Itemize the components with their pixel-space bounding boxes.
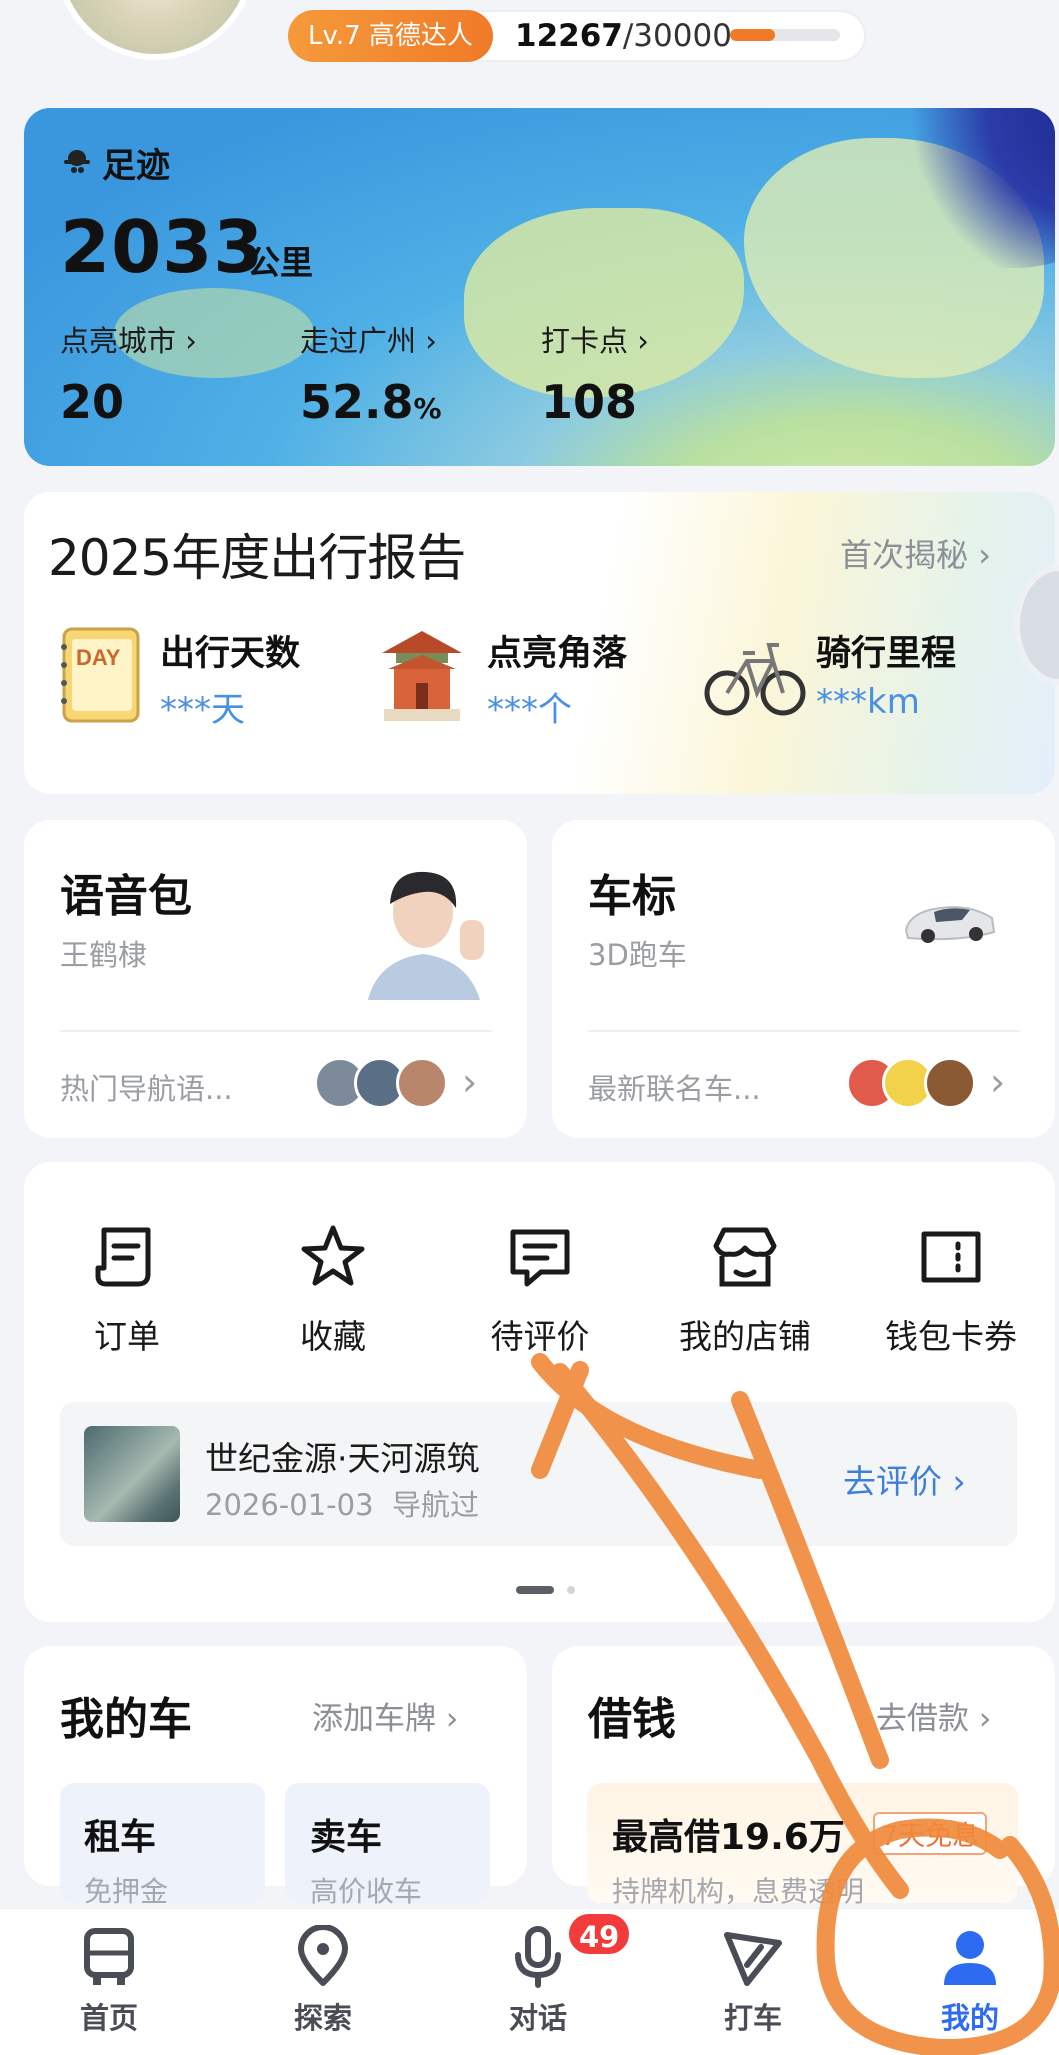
divider bbox=[588, 1030, 1020, 1032]
visit-date: 2026-01-03 bbox=[205, 1488, 374, 1522]
loan-offer-title: 最高借19.6万 bbox=[612, 1817, 845, 1858]
voice-pack-title: 语音包 bbox=[60, 871, 192, 922]
globe-land bbox=[464, 208, 744, 398]
car-marker-title: 车标 bbox=[588, 871, 676, 922]
shop-icon[interactable] bbox=[710, 1222, 780, 1292]
report-link-label: 首次揭秘 bbox=[840, 536, 969, 574]
tab-taxi-label: 打车 bbox=[723, 2001, 782, 2035]
report-item-days: 出行天数 bbox=[160, 634, 301, 674]
sell-car-sub: 高价收车 bbox=[310, 1875, 423, 1908]
go-review-label: 去评价 bbox=[843, 1462, 942, 1501]
tab-taxi[interactable]: 打车 bbox=[678, 1925, 828, 2037]
footprint-total: 2033 bbox=[60, 205, 265, 289]
my-car-title: 我的车 bbox=[60, 1694, 192, 1745]
rent-car-title: 租车 bbox=[84, 1817, 157, 1858]
pavilion-icon bbox=[382, 631, 462, 721]
place-visit-meta: 2026-01-03 导航过 bbox=[205, 1482, 479, 1524]
stat-cities-link[interactable]: 点亮城市 › bbox=[60, 318, 197, 360]
borrow-label: 去借款 bbox=[876, 1701, 969, 1737]
report-item-cycling: 骑行里程 bbox=[816, 634, 957, 674]
stat-checkins-link[interactable]: 打卡点 › bbox=[541, 318, 649, 360]
footprint-heading: 足迹 bbox=[60, 138, 170, 187]
visit-action: 导航过 bbox=[391, 1488, 479, 1522]
add-plate-label: 添加车牌 bbox=[312, 1701, 436, 1737]
stat-number: 52.8 bbox=[300, 375, 414, 429]
report-item-corners-value: ***个 bbox=[487, 690, 572, 730]
xp-readout: 12267/30000 bbox=[515, 15, 732, 57]
add-plate-link[interactable]: 添加车牌 › bbox=[312, 1693, 458, 1738]
stat-label: 点亮城市 bbox=[60, 324, 177, 358]
borrow-link[interactable]: 去借款 › bbox=[876, 1693, 991, 1738]
microphone-icon bbox=[515, 1926, 561, 1988]
explorer-hat-icon bbox=[64, 149, 90, 173]
stat-guangzhou-value: 52.8% bbox=[300, 375, 442, 429]
tab-me[interactable]: 我的 bbox=[895, 1925, 1045, 2037]
tab-explore[interactable]: 探索 bbox=[248, 1925, 398, 2037]
calendar-day-icon: DAY bbox=[61, 627, 140, 723]
bicycle-icon bbox=[704, 643, 806, 716]
voice-pack-portrait bbox=[368, 871, 484, 1000]
loan-title: 借钱 bbox=[588, 1694, 676, 1745]
action-my-shop[interactable]: 我的店铺 bbox=[660, 1310, 830, 1358]
chevron-right-icon[interactable]: › bbox=[990, 1060, 1005, 1104]
footprint-title: 足迹 bbox=[102, 146, 170, 186]
place-name: 世纪金源·天河源筑 bbox=[205, 1439, 480, 1478]
action-pending-review[interactable]: 待评价 bbox=[455, 1310, 625, 1358]
stat-label: 打卡点 bbox=[541, 324, 629, 358]
level-badge[interactable]: Lv.7 高德达人 bbox=[288, 10, 493, 62]
voice-pack-subtitle: 王鹤棣 bbox=[60, 938, 148, 972]
report-reveal-link[interactable]: 首次揭秘 › bbox=[840, 530, 991, 576]
xp-progress-fill bbox=[730, 29, 776, 41]
action-favorites[interactable]: 收藏 bbox=[248, 1310, 418, 1358]
tab-me-label: 我的 bbox=[940, 2001, 999, 2035]
report-item-corners: 点亮角落 bbox=[487, 634, 628, 674]
loan-offer-sub: 持牌机构，息费透明 bbox=[612, 1875, 865, 1908]
stat-label: 走过广州 bbox=[300, 324, 417, 358]
interest-free-tag: 7天免息 bbox=[873, 1812, 988, 1855]
ticket-icon[interactable] bbox=[916, 1222, 986, 1292]
chevron-right-icon[interactable]: › bbox=[462, 1060, 477, 1104]
user-icon bbox=[944, 1931, 996, 1985]
taxi-arrow-icon bbox=[724, 1932, 782, 1986]
sports-car-icon bbox=[904, 906, 996, 943]
carousel-dot bbox=[567, 1586, 575, 1594]
bus-icon bbox=[84, 1928, 134, 1985]
car-marker-footer[interactable]: 最新联名车... bbox=[588, 1066, 761, 1108]
stat-suffix: % bbox=[413, 392, 442, 425]
carousel-dot-active bbox=[516, 1586, 554, 1594]
stat-checkins-value: 108 bbox=[541, 375, 638, 429]
action-order[interactable]: 订单 bbox=[42, 1310, 212, 1358]
tab-chat-label: 对话 bbox=[508, 2001, 567, 2035]
xp-max: /30000 bbox=[622, 18, 732, 54]
car-marker-subtitle: 3D跑车 bbox=[588, 938, 687, 972]
tab-explore-label: 探索 bbox=[293, 2001, 352, 2035]
order-icon[interactable] bbox=[92, 1222, 162, 1292]
review-icon[interactable] bbox=[505, 1222, 575, 1292]
avatar bbox=[924, 1057, 976, 1109]
footprint-unit: 公里 bbox=[247, 243, 313, 282]
report-item-days-value: ***天 bbox=[160, 690, 245, 730]
place-thumbnail bbox=[84, 1426, 180, 1522]
stat-cities-value: 20 bbox=[60, 375, 125, 429]
xp-current: 12267 bbox=[515, 18, 623, 54]
notification-badge: 49 bbox=[566, 1911, 633, 1957]
sell-car-title: 卖车 bbox=[310, 1817, 383, 1858]
tab-home-label: 首页 bbox=[79, 2001, 138, 2035]
avatar bbox=[396, 1057, 448, 1109]
tab-home[interactable]: 首页 bbox=[34, 1925, 184, 2037]
star-icon[interactable] bbox=[298, 1222, 368, 1292]
divider bbox=[60, 1030, 492, 1032]
calendar-day-text: DAY bbox=[76, 645, 121, 670]
stat-guangzhou-link[interactable]: 走过广州 › bbox=[300, 318, 437, 360]
report-item-cycling-value: ***km bbox=[816, 682, 920, 722]
action-wallet-coupons[interactable]: 钱包卡券 bbox=[866, 1310, 1036, 1358]
go-review-button[interactable]: 去评价 › bbox=[843, 1455, 966, 1503]
report-title: 2025年度出行报告 bbox=[48, 529, 466, 587]
xp-progress-bar bbox=[730, 29, 840, 41]
voice-pack-footer[interactable]: 热门导航语... bbox=[60, 1066, 233, 1108]
rent-car-sub: 免押金 bbox=[84, 1875, 169, 1908]
profile-avatar[interactable] bbox=[55, 0, 255, 60]
location-pin-icon bbox=[298, 1925, 348, 1986]
